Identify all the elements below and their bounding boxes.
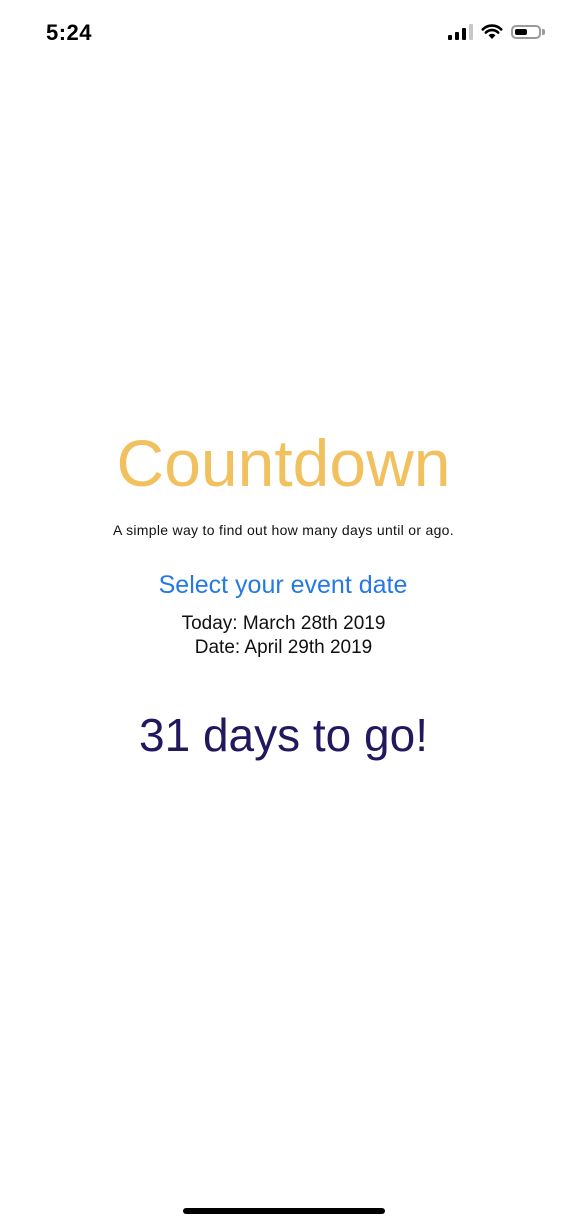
- app-title: Countdown: [116, 426, 451, 500]
- home-indicator[interactable]: [183, 1208, 385, 1214]
- status-bar: 5:24: [0, 0, 567, 66]
- app-subtitle: A simple way to find out how many days u…: [113, 522, 454, 538]
- event-date-text: Date: April 29th 2019: [194, 637, 373, 658]
- countdown-result: 31 days to go!: [139, 709, 428, 761]
- status-icons: [448, 24, 545, 40]
- battery-fill: [515, 29, 527, 35]
- select-event-date-button[interactable]: Select your event date: [133, 568, 433, 602]
- battery-tip: [542, 29, 545, 35]
- wifi-icon: [481, 24, 503, 39]
- today-date-text: Today: March 28th 2019: [181, 613, 386, 634]
- battery-indicator: [511, 25, 545, 39]
- status-time: 5:24: [46, 20, 93, 45]
- cellular-signal-icon: [448, 24, 473, 40]
- battery-icon: [511, 25, 541, 39]
